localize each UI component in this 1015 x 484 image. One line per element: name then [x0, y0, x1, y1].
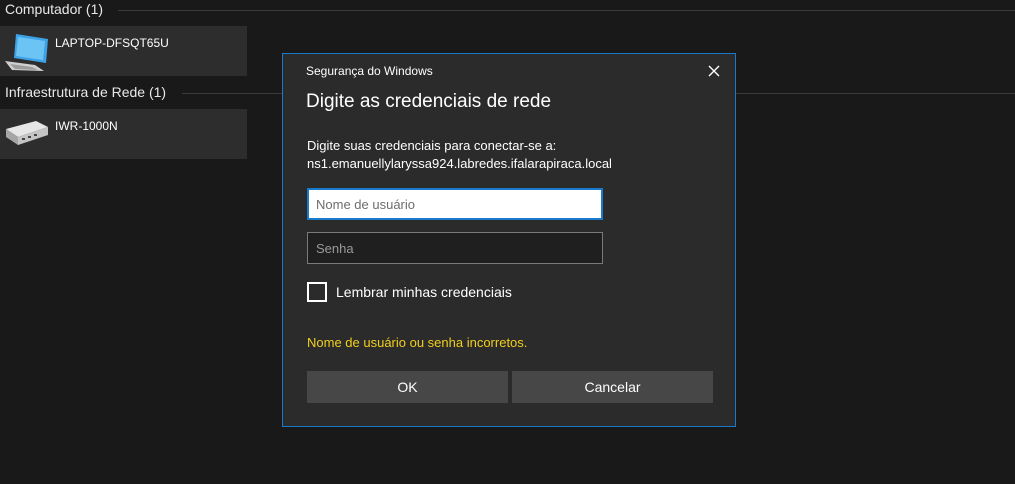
network-item-label: IWR-1000N [55, 119, 118, 133]
ok-button[interactable]: OK [307, 371, 508, 403]
group-header-label: Infraestrutura de Rede (1) [5, 84, 167, 100]
network-item-label: LAPTOP-DFSQT65U [55, 36, 169, 50]
group-separator [118, 10, 1015, 11]
computer-icon [5, 34, 48, 71]
network-item-router[interactable]: IWR-1000N [0, 109, 247, 159]
dialog-caption: Segurança do Windows [306, 64, 433, 78]
network-item-laptop[interactable]: LAPTOP-DFSQT65U [0, 26, 247, 76]
dialog-title: Digite as credenciais de rede [306, 91, 552, 112]
prompt-text: Digite suas credenciais para conectar-se… [307, 138, 557, 153]
credentials-dialog: Segurança do Windows Digite as credencia… [282, 53, 736, 427]
router-icon [6, 121, 48, 145]
checkbox-box[interactable] [307, 282, 327, 302]
group-header-label: Computador (1) [5, 1, 104, 17]
close-icon [708, 65, 720, 77]
password-input[interactable] [307, 232, 603, 264]
error-message: Nome de usuário ou senha incorretos. [307, 335, 528, 350]
checkbox-label: Lembrar minhas credenciais [336, 284, 512, 300]
username-input[interactable] [307, 188, 603, 220]
remember-credentials-checkbox[interactable]: Lembrar minhas credenciais [307, 282, 512, 302]
group-header-computador[interactable]: Computador (1) [5, 1, 103, 17]
server-name: ns1.emanuellylaryssa924.labredes.ifalara… [307, 156, 612, 171]
close-button[interactable] [699, 56, 729, 86]
cancel-button[interactable]: Cancelar [512, 371, 713, 403]
group-header-infraestrutura[interactable]: Infraestrutura de Rede (1) [5, 84, 166, 100]
dialog-prompt: Digite suas credenciais para conectar-se… [307, 137, 612, 173]
